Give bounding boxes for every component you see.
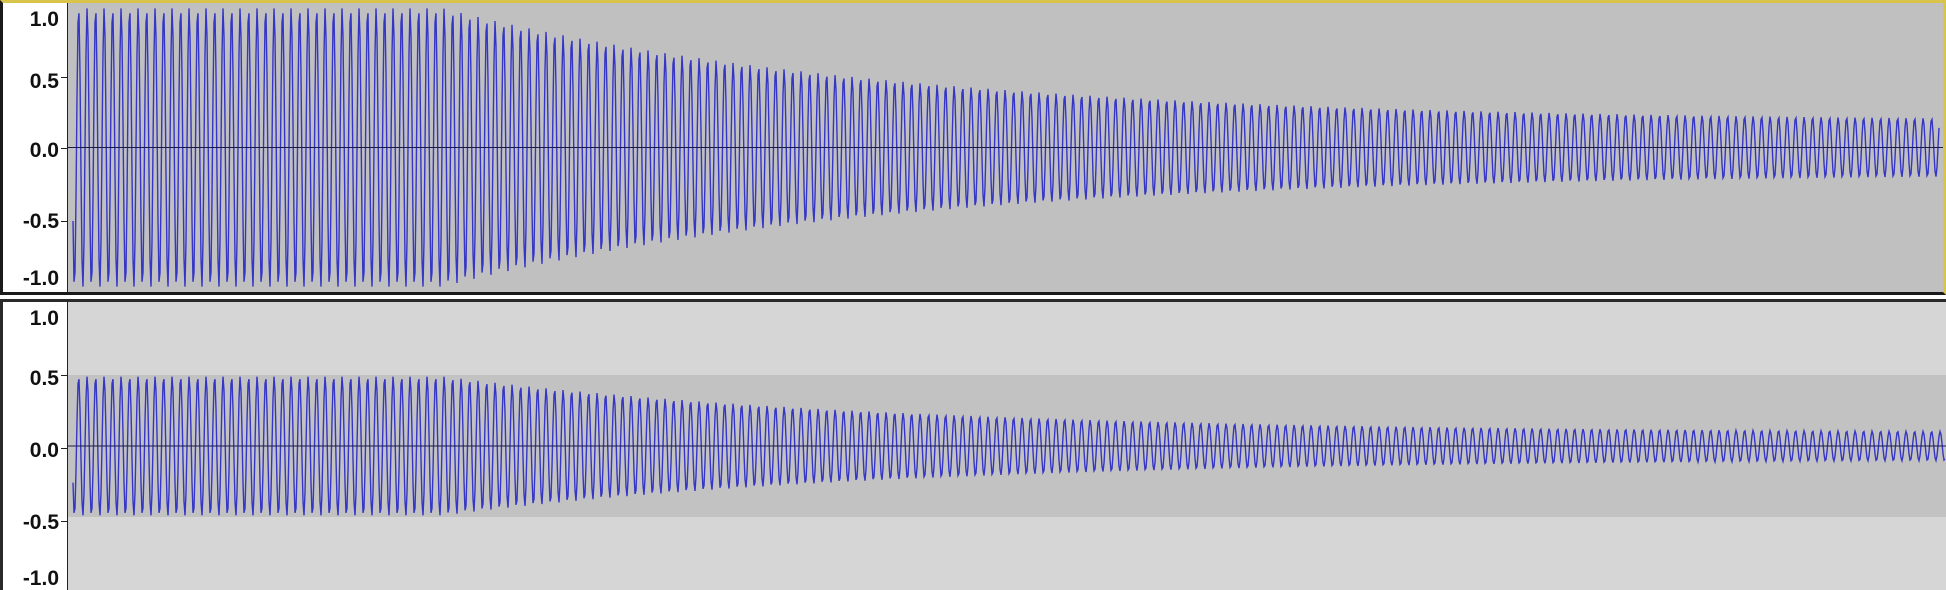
vertical-ruler-track-1: 1.0 0.5 0.0 -0.5 -1.0 [3, 3, 68, 292]
ruler-label-1-0: 1.0 [29, 307, 59, 330]
ruler-tick [61, 521, 67, 522]
vertical-ruler-track-2: 1.0 0.5 0.0 -0.5 -1.0 [3, 302, 68, 590]
ruler-label-neg-0-5: -0.5 [22, 511, 59, 534]
ruler-label-0-5: 0.5 [29, 367, 59, 390]
ruler-tick [61, 77, 67, 78]
waveform-area-track-1[interactable] [68, 3, 1943, 292]
ruler-tick [61, 375, 67, 376]
ruler-label-neg-1-0: -1.0 [22, 567, 59, 590]
ruler-tick [61, 148, 67, 149]
waveform-track-1[interactable] [68, 3, 1943, 292]
ruler-label-0-5: 0.5 [29, 70, 59, 93]
ruler-label-0-0: 0.0 [29, 139, 59, 162]
ruler-label-neg-0-5: -0.5 [22, 210, 59, 233]
audio-track-2[interactable]: 1.0 0.5 0.0 -0.5 -1.0 [0, 299, 1946, 590]
ruler-label-0-0: 0.0 [29, 439, 59, 462]
audio-track-1[interactable]: 1.0 0.5 0.0 -0.5 -1.0 [0, 0, 1946, 295]
ruler-tick [61, 221, 67, 222]
ruler-tick [61, 448, 67, 449]
ruler-label-1-0: 1.0 [29, 8, 59, 31]
ruler-label-neg-1-0: -1.0 [22, 267, 59, 290]
waveform-area-track-2[interactable] [68, 302, 1946, 590]
waveform-track-2[interactable] [68, 302, 1946, 590]
